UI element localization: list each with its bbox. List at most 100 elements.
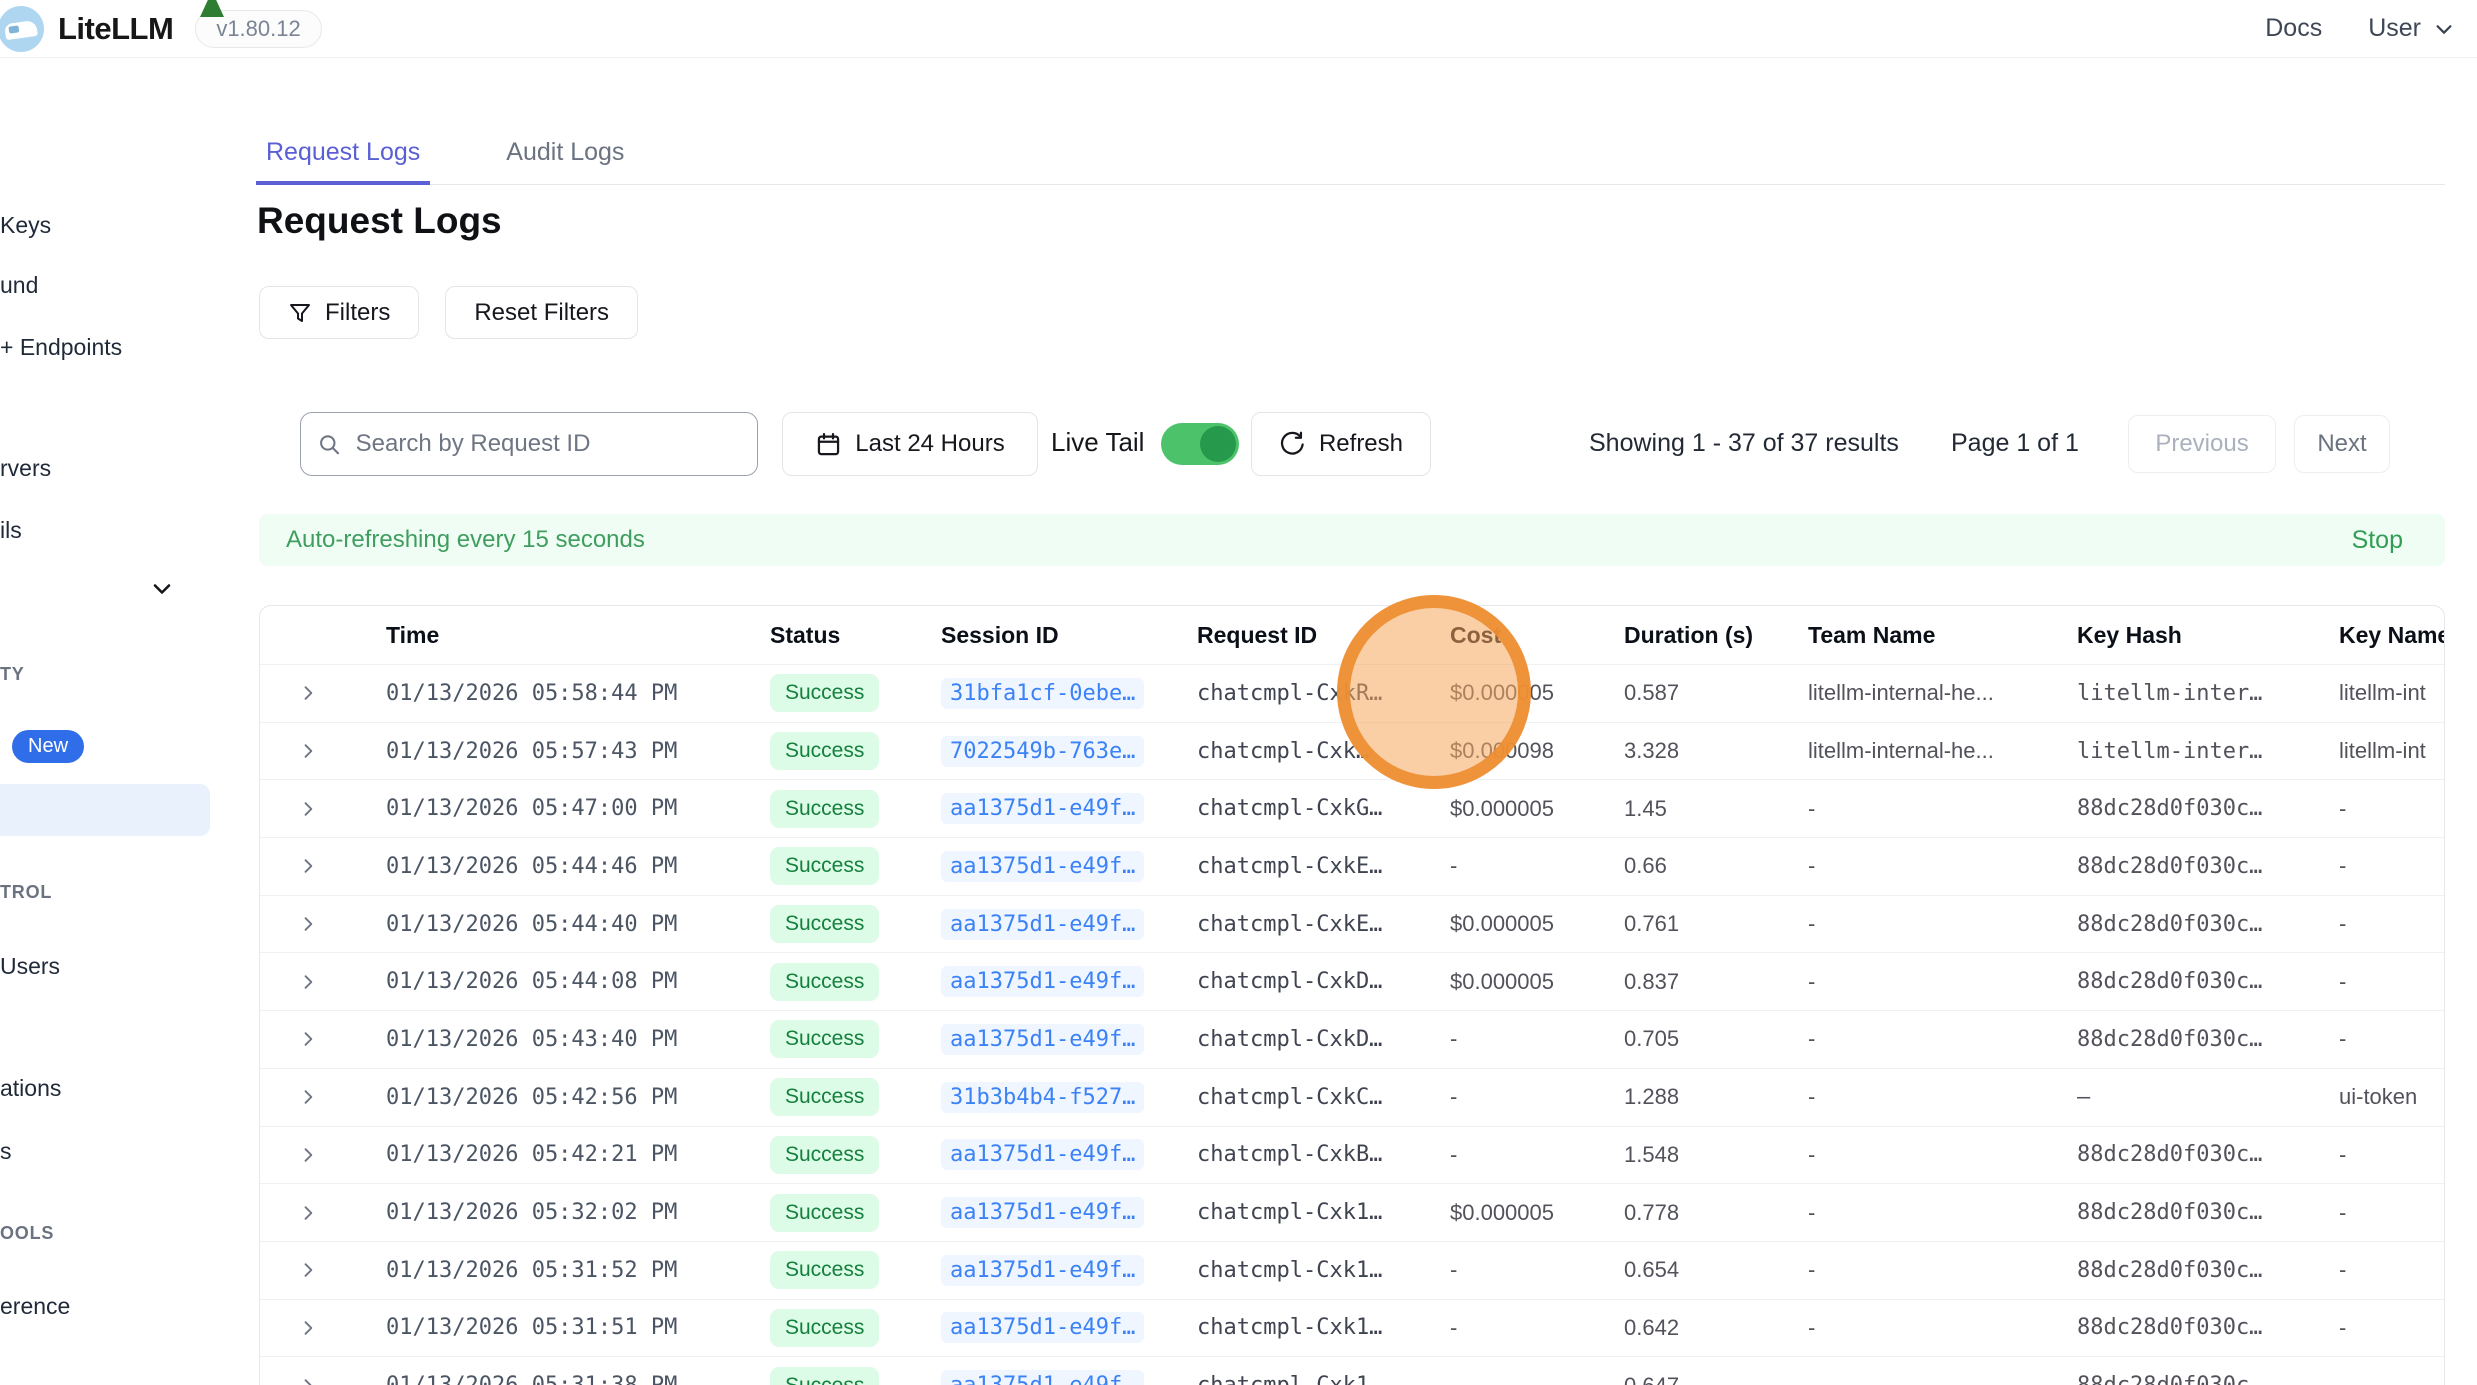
row-expand-chevron[interactable] (260, 1259, 386, 1281)
brand-name: LiteLLM (58, 11, 173, 47)
chevron-right-icon (298, 1317, 318, 1339)
session-id-link[interactable]: aa1375d1-e49f… (941, 1312, 1144, 1343)
new-feature-badge: New (12, 730, 84, 763)
search-icon (317, 431, 342, 458)
auto-refresh-text: Auto-refreshing every 15 seconds (286, 526, 645, 554)
status-cell: Success (770, 790, 941, 828)
chevron-right-icon (298, 1259, 318, 1281)
brand: LiteLLM v1.80.12 (2, 6, 322, 52)
cost-cell: - (1450, 1257, 1624, 1283)
team-name-cell: - (1808, 796, 2077, 822)
sidebar-item-und[interactable]: und (0, 272, 38, 299)
session-id-link[interactable]: 31bfa1cf-0ebe… (941, 678, 1144, 709)
session-id-link[interactable]: aa1375d1-e49f… (941, 1255, 1144, 1286)
table-row: 01/13/2026 05:44:46 PMSuccessaa1375d1-e4… (260, 837, 2444, 895)
duration-cell: 0.837 (1624, 969, 1808, 995)
status-badge: Success (770, 1078, 879, 1116)
session-id-link[interactable]: aa1375d1-e49f… (941, 793, 1144, 824)
key-name-cell: - (2339, 853, 2444, 879)
sidebar-item--endpoints[interactable]: + Endpoints (0, 334, 122, 361)
row-expand-chevron[interactable] (260, 1375, 386, 1385)
team-name-cell: - (1808, 1026, 2077, 1052)
sidebar-item-ils[interactable]: ils (0, 517, 22, 544)
team-name-cell: - (1808, 1373, 2077, 1385)
time-cell: 01/13/2026 05:42:21 PM (386, 1142, 770, 1167)
cost-cell: $0.000005 (1450, 1200, 1624, 1226)
time-cell: 01/13/2026 05:44:08 PM (386, 969, 770, 994)
sidebar-nav: Keysund+ EndpointsrversilsTYNewTROLUsers… (0, 58, 212, 1385)
refresh-button-label: Refresh (1319, 430, 1403, 458)
table-row: 01/13/2026 05:31:51 PMSuccessaa1375d1-e4… (260, 1299, 2444, 1357)
request-id-cell: chatcmpl-CxkE… (1197, 912, 1450, 937)
top-bar: LiteLLM v1.80.12 Docs User (0, 0, 2477, 58)
request-id-search[interactable] (300, 412, 758, 476)
chevron-right-icon (298, 1144, 318, 1166)
request-id-cell: chatcmpl-CxkC… (1197, 1085, 1450, 1110)
duration-cell: 1.288 (1624, 1084, 1808, 1110)
session-id-link[interactable]: aa1375d1-e49f… (941, 909, 1144, 940)
sidebar-item-users[interactable]: Users (0, 953, 60, 980)
row-expand-chevron[interactable] (260, 1086, 386, 1108)
row-expand-chevron[interactable] (260, 855, 386, 877)
sidebar-item-erence[interactable]: erence (0, 1293, 70, 1320)
sidebar-item-keys[interactable]: Keys (0, 212, 51, 239)
sidebar-item-ations[interactable]: ations (0, 1075, 61, 1102)
row-expand-chevron[interactable] (260, 1028, 386, 1050)
session-id-link[interactable]: aa1375d1-e49f… (941, 1197, 1144, 1228)
user-menu[interactable]: User (2368, 14, 2455, 43)
tab-request-logs[interactable]: Request Logs (256, 130, 430, 185)
session-id-link[interactable]: aa1375d1-e49f… (941, 966, 1144, 997)
time-range-button[interactable]: Last 24 Hours (782, 412, 1038, 476)
tab-audit-logs[interactable]: Audit Logs (496, 130, 634, 185)
next-page-button[interactable]: Next (2294, 415, 2390, 473)
row-expand-chevron[interactable] (260, 682, 386, 704)
status-cell: Success (770, 1309, 941, 1347)
key-name-cell: - (2339, 1373, 2444, 1385)
stop-auto-refresh-link[interactable]: Stop (2352, 526, 2403, 555)
live-tail-toggle[interactable] (1161, 423, 1239, 465)
filters-button[interactable]: Filters (259, 286, 419, 339)
session-id-link[interactable]: aa1375d1-e49f… (941, 851, 1144, 882)
cost-cell: $0.000005 (1450, 969, 1624, 995)
column-header-status: Status (770, 622, 941, 649)
status-badge: Success (770, 905, 879, 943)
key-hash-cell: 88dc28d0f030c… (2077, 796, 2339, 821)
team-name-cell: - (1808, 1200, 2077, 1226)
session-id-link[interactable]: aa1375d1-e49f… (941, 1024, 1144, 1055)
previous-page-button[interactable]: Previous (2128, 415, 2276, 473)
session-id-link[interactable]: 7022549b-763e… (941, 736, 1144, 767)
session-id-cell: aa1375d1-e49f… (941, 909, 1197, 940)
session-id-link[interactable]: aa1375d1-e49f… (941, 1370, 1144, 1385)
session-id-link[interactable]: 31b3b4b4-f527… (941, 1082, 1144, 1113)
column-header-duration-s-: Duration (s) (1624, 622, 1808, 649)
duration-cell: 3.328 (1624, 738, 1808, 764)
row-expand-chevron[interactable] (260, 913, 386, 935)
team-name-cell: - (1808, 1315, 2077, 1341)
refresh-button[interactable]: Refresh (1251, 412, 1431, 476)
key-hash-cell: 88dc28d0f030c… (2077, 1142, 2339, 1167)
row-expand-chevron[interactable] (260, 798, 386, 820)
reset-filters-button[interactable]: Reset Filters (445, 286, 638, 339)
sidebar-item-s[interactable]: s (0, 1138, 12, 1165)
tab-bar: Request Logs Audit Logs (256, 130, 2445, 185)
request-id-cell: chatcmpl-Cxk1… (1197, 1258, 1450, 1283)
key-hash-cell: – (2077, 1085, 2339, 1110)
status-cell: Success (770, 905, 941, 943)
table-header-row: TimeStatusSession IDRequest IDCostDurati… (260, 606, 2444, 664)
chevron-right-icon (298, 1028, 318, 1050)
column-header-session-id: Session ID (941, 622, 1197, 649)
duration-cell: 0.66 (1624, 853, 1808, 879)
row-expand-chevron[interactable] (260, 1317, 386, 1339)
session-id-cell: 31b3b4b4-f527… (941, 1082, 1197, 1113)
session-id-link[interactable]: aa1375d1-e49f… (941, 1139, 1144, 1170)
row-expand-chevron[interactable] (260, 740, 386, 762)
key-name-cell: ui-token (2339, 1084, 2444, 1110)
row-expand-chevron[interactable] (260, 971, 386, 993)
sidebar-item-selected-logs[interactable] (0, 784, 210, 836)
sidebar-collapse-chevron[interactable] (148, 577, 176, 606)
search-input[interactable] (354, 429, 741, 459)
row-expand-chevron[interactable] (260, 1144, 386, 1166)
key-hash-cell: 88dc28d0f030c… (2077, 969, 2339, 994)
row-expand-chevron[interactable] (260, 1202, 386, 1224)
docs-link[interactable]: Docs (2265, 14, 2322, 43)
